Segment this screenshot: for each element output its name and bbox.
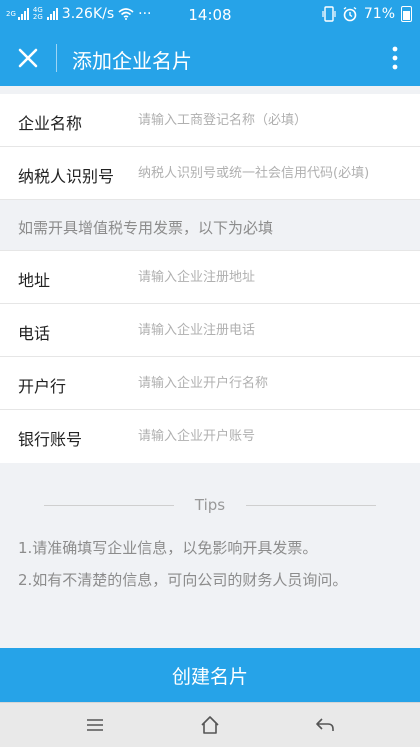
required-fields: 企业名称 纳税人识别号 bbox=[0, 94, 420, 200]
tax-id-label: 纳税人识别号 bbox=[18, 167, 115, 186]
vibrate-icon bbox=[322, 6, 336, 22]
company-name-label: 企业名称 bbox=[18, 114, 83, 133]
bank-row: 开户行 bbox=[0, 357, 420, 410]
address-input[interactable] bbox=[138, 259, 410, 295]
phone-input[interactable] bbox=[138, 312, 410, 348]
company-name-row: 企业名称 bbox=[0, 94, 420, 147]
system-nav-bar bbox=[0, 702, 420, 747]
company-name-input[interactable] bbox=[138, 102, 410, 138]
bank-input[interactable] bbox=[138, 365, 410, 401]
tip-item: 1.请准确填写企业信息，以免影响开具发票。 bbox=[18, 539, 318, 557]
app-bar: 添加企业名片 bbox=[0, 30, 420, 86]
home-icon[interactable] bbox=[199, 714, 221, 736]
close-icon[interactable] bbox=[16, 46, 40, 70]
battery-icon bbox=[401, 6, 412, 22]
create-card-button[interactable]: 创建名片 bbox=[0, 648, 420, 702]
header-divider bbox=[56, 44, 57, 72]
back-icon[interactable] bbox=[314, 714, 336, 736]
tips-divider-right bbox=[246, 505, 376, 506]
bank-label: 开户行 bbox=[18, 377, 67, 396]
tips-section: Tips 1.请准确填写企业信息，以免影响开具发票。 2.如有不清楚的信息，可向… bbox=[0, 490, 420, 589]
battery-percent: 71% bbox=[363, 6, 395, 22]
account-input[interactable] bbox=[138, 418, 410, 454]
phone-label: 电话 bbox=[18, 324, 51, 343]
phone-row: 电话 bbox=[0, 304, 420, 357]
menu-icon[interactable] bbox=[84, 714, 106, 736]
address-row: 地址 bbox=[0, 251, 420, 304]
tip-item: 2.如有不清楚的信息，可向公司的财务人员询问。 bbox=[18, 571, 348, 589]
status-right: 71% bbox=[322, 6, 412, 22]
tips-header: Tips bbox=[0, 490, 420, 520]
more-vertical-icon[interactable] bbox=[392, 46, 398, 70]
alarm-icon bbox=[343, 6, 357, 22]
tax-id-input[interactable] bbox=[138, 155, 410, 191]
status-bar: 2G 4G 2G 3.26K/s ··· 14:08 71% bbox=[0, 0, 420, 30]
tax-id-row: 纳税人识别号 bbox=[0, 147, 420, 200]
vat-fields: 地址 电话 开户行 银行账号 bbox=[0, 251, 420, 463]
address-label: 地址 bbox=[18, 271, 51, 290]
page-title: 添加企业名片 bbox=[72, 49, 192, 73]
vat-notice: 如需开具增值税专用发票，以下为必填 bbox=[0, 201, 420, 251]
vat-notice-text: 如需开具增值税专用发票，以下为必填 bbox=[18, 219, 274, 237]
account-row: 银行账号 bbox=[0, 410, 420, 463]
account-label: 银行账号 bbox=[18, 430, 83, 449]
